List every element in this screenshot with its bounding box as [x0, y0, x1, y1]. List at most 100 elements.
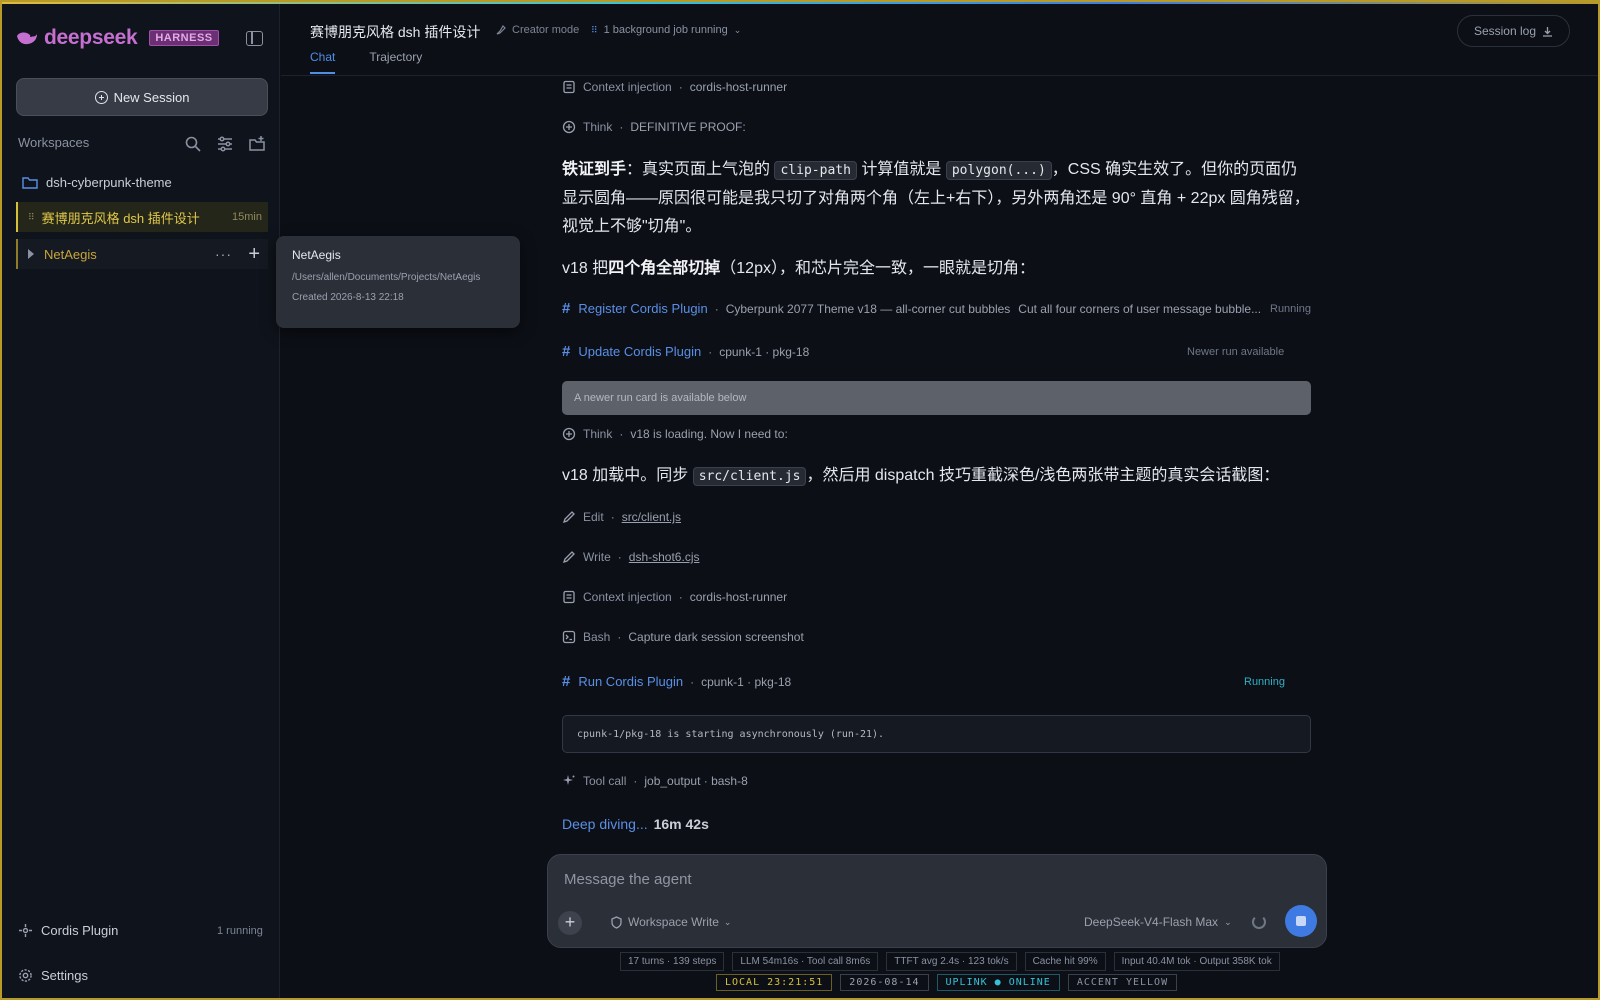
think-step[interactable]: Think · DEFINITIVE PROOF:: [562, 120, 746, 134]
workspace-item-netaegis[interactable]: NetAegis ··· +: [16, 239, 268, 269]
para-text: v18 加载中。同步: [562, 467, 689, 484]
stat-tokens: Input 40.4M tok · Output 358K tok: [1113, 952, 1280, 971]
message-input[interactable]: Message the agent: [564, 871, 692, 888]
edit-step[interactable]: Edit · src/client.js: [562, 510, 681, 524]
document-icon: [563, 80, 575, 94]
document-icon: [563, 590, 575, 604]
new-session-button[interactable]: New Session: [16, 78, 268, 116]
brand-logo[interactable]: deepseek HARNESS: [16, 26, 219, 50]
plugin-description: Cut all four corners of user message bub…: [1018, 301, 1262, 316]
bash-step[interactable]: Bash · Capture dark session screenshot: [562, 630, 804, 644]
hud-date: 2026-08-14: [840, 974, 929, 991]
brain-icon: [562, 427, 576, 441]
add-session-icon[interactable]: +: [248, 244, 260, 264]
loading-spinner-icon: [1252, 915, 1266, 929]
inline-code: clip-path: [774, 161, 857, 180]
step-value: DEFINITIVE PROOF:: [630, 120, 746, 134]
uplink-status: UPLINK ● ONLINE: [936, 974, 1060, 991]
whale-icon: [17, 32, 37, 45]
hash-icon: #: [562, 343, 571, 360]
more-options-icon[interactable]: ···: [215, 246, 232, 262]
newer-run-card[interactable]: A newer run card is available below: [562, 381, 1311, 415]
file-link[interactable]: dsh-shot6.cjs: [629, 550, 700, 564]
plugin-name: Cyberpunk 2077 Theme v18 — all-corner cu…: [725, 301, 1011, 316]
session-item-active[interactable]: ⠿ 赛博朋克风格 dsh 插件设计 15min: [16, 202, 268, 232]
write-step[interactable]: Write · dsh-shot6.cjs: [562, 550, 699, 564]
expand-arrow-icon[interactable]: [28, 249, 34, 259]
tooltip-path: /Users/allen/Documents/Projects/NetAegis: [292, 272, 481, 283]
workspace-item-dsh-cyberpunk-theme[interactable]: dsh-cyberpunk-theme: [16, 167, 268, 197]
session-tabs: Chat Trajectory: [310, 50, 422, 74]
creator-mode-indicator[interactable]: Creator mode: [495, 24, 579, 36]
terminal-icon: [562, 630, 576, 644]
plugin-action-label: Run Cordis Plugin: [578, 674, 684, 689]
assistant-paragraph-3: v18 加载中。同步 src/client.js ，然后用 dispatch 技巧…: [562, 462, 1312, 491]
stat-cache: Cache hit 99%: [1024, 952, 1106, 971]
workspace-permission-dropdown[interactable]: Workspace Write ⌄: [610, 915, 731, 929]
context-injection-step[interactable]: Context injection · cordis-host-runner: [562, 590, 787, 604]
workspace-item-label: NetAegis: [44, 246, 97, 262]
run-output-card: cpunk-1/pkg-18 is starting asynchronousl…: [562, 715, 1311, 753]
plugin-nodes-icon: [19, 924, 32, 937]
stop-button[interactable]: [1285, 905, 1317, 937]
add-attachment-button[interactable]: +: [558, 911, 582, 935]
download-icon: [1543, 26, 1552, 37]
search-icon[interactable]: [184, 135, 202, 153]
status-badge: Running: [1270, 302, 1311, 315]
background-jobs-dropdown[interactable]: ⠿ 1 background job running ⌄: [591, 24, 741, 36]
inline-code: src/client.js: [692, 467, 807, 486]
plugin-action-label: Register Cordis Plugin: [578, 301, 708, 316]
step-label: Bash: [583, 630, 611, 644]
session-log-label: Session log: [1473, 24, 1536, 38]
new-folder-icon[interactable]: [248, 135, 266, 153]
filter-sliders-icon[interactable]: [216, 135, 234, 153]
assistant-paragraph-2: v18 把四个角全部切掉（12px），和芯片完全一致，一眼就是切角：: [562, 255, 1312, 283]
stat-turns: 17 turns · 139 steps: [620, 952, 725, 971]
step-label: Write: [583, 550, 611, 564]
session-log-button[interactable]: Session log: [1456, 15, 1570, 47]
brush-icon: [496, 25, 506, 35]
thinking-indicator: Deep diving... 16m 42s: [562, 816, 709, 832]
plus-circle-icon: [94, 90, 108, 104]
run-plugin-step[interactable]: # Run Cordis Plugin · cpunk-1 · pkg-18 Ru…: [562, 673, 1312, 690]
cordis-running-count: 1 running: [217, 924, 263, 937]
cordis-plugin-link[interactable]: Cordis Plugin 1 running: [18, 923, 263, 938]
hash-icon: #: [562, 300, 571, 317]
brand-badge: HARNESS: [149, 30, 219, 46]
pencil-icon: [562, 551, 575, 564]
context-injection-step[interactable]: Context injection · cordis-host-runner: [562, 80, 787, 94]
stat-timing: LLM 54m16s · Tool call 8m6s: [732, 952, 879, 971]
status-badge: Running: [1244, 675, 1285, 688]
tab-trajectory[interactable]: Trajectory: [369, 50, 422, 74]
background-jobs-label: 1 background job running: [603, 24, 728, 36]
sidebar-toggle-icon[interactable]: [246, 31, 263, 46]
step-value: cordis-host-runner: [689, 80, 788, 94]
creator-mode-label: Creator mode: [512, 24, 580, 36]
settings-label: Settings: [41, 968, 88, 983]
settings-link[interactable]: Settings: [18, 968, 88, 983]
tab-chat[interactable]: Chat: [310, 50, 336, 74]
chevron-down-icon: ⌄: [723, 916, 732, 927]
shield-icon: [611, 915, 622, 929]
model-selector[interactable]: DeepSeek-V4-Flash Max ⌄: [1084, 915, 1232, 929]
folder-icon: [22, 176, 38, 189]
status-hud: LOCAL 23:21:51 2026-08-14 UPLINK ● ONLIN…: [716, 974, 1178, 991]
update-plugin-step[interactable]: # Update Cordis Plugin · cpunk-1 · pkg-18…: [562, 343, 1312, 360]
step-value: job_output · bash-8: [644, 774, 748, 788]
para-text: ：真实页面上气泡的: [626, 161, 771, 178]
think-step[interactable]: Think · v18 is loading. Now I need to:: [562, 427, 788, 441]
status-badge: Newer run available: [1187, 345, 1285, 358]
step-label: Tool call: [583, 774, 627, 788]
session-header: 赛博朋克风格 dsh 插件设计 Creator mode ⠿ 1 backgro…: [281, 4, 1598, 76]
workspace-permission-label: Workspace Write: [628, 915, 719, 929]
brain-icon: [562, 120, 576, 134]
message-composer[interactable]: Message the agent + Workspace Write ⌄ De…: [547, 854, 1327, 948]
plugin-run-id: cpunk-1 · pkg-18: [719, 344, 810, 359]
file-link[interactable]: src/client.js: [622, 510, 681, 524]
jobs-dots-icon: ⠿: [591, 24, 598, 35]
tool-call-step[interactable]: Tool call · job_output · bash-8: [562, 774, 748, 788]
chevron-down-icon: ⌄: [1224, 916, 1232, 927]
register-plugin-step[interactable]: # Register Cordis Plugin · Cyberpunk 2077…: [562, 300, 1312, 317]
para-bold: 四个角全部切掉: [608, 260, 721, 277]
workspaces-label: Workspaces: [18, 135, 90, 150]
